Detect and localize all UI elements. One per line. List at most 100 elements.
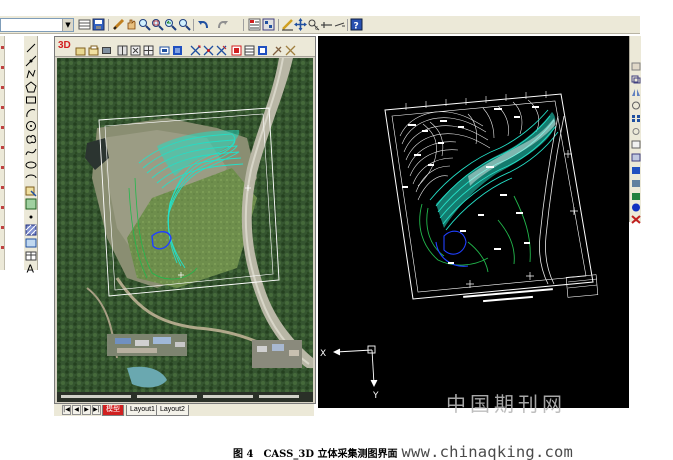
caption-title: 图 4 CASS_3D 立体采集测图界面	[233, 449, 398, 460]
pan-icon[interactable]	[125, 18, 138, 31]
trim-icon[interactable]	[631, 160, 641, 174]
table-icon[interactable]	[25, 247, 37, 261]
hatch-icon[interactable]	[25, 221, 37, 236]
zoom-realtime-icon[interactable]	[138, 18, 151, 31]
toolbar-separator	[278, 19, 279, 31]
rotate-view-icon[interactable]	[216, 41, 227, 56]
undo-icon[interactable]	[197, 18, 210, 31]
cad-drawing-area[interactable]: X Y	[318, 36, 629, 408]
ellipse-icon[interactable]	[25, 156, 37, 169]
watermark: 中国期刊网	[446, 392, 566, 416]
toolbar-separator	[193, 19, 194, 31]
rectangle-icon[interactable]	[25, 91, 37, 104]
text-icon[interactable]: A	[25, 259, 37, 276]
toolbar-separator	[347, 19, 348, 31]
properties-icon[interactable]	[248, 18, 261, 31]
load-image-icon[interactable]	[88, 41, 99, 56]
erase-icon[interactable]	[631, 56, 641, 71]
toolbar-separator	[108, 19, 109, 31]
ucs-y-label: Y	[372, 391, 379, 401]
circle-icon[interactable]	[25, 117, 37, 131]
layout-tabs: |◀ ◀ ▶ ▶| 模型 Layout1 Layout2	[54, 404, 314, 416]
stretch-icon[interactable]	[631, 147, 641, 162]
help-icon[interactable]: ?	[350, 18, 363, 31]
make-block-icon[interactable]	[25, 195, 37, 210]
scale-icon[interactable]	[631, 134, 641, 149]
cursor-icon[interactable]	[190, 41, 201, 56]
svg-text:A: A	[27, 263, 35, 275]
settings-icon[interactable]	[257, 41, 268, 55]
next-tab-icon[interactable]: ▶	[82, 405, 91, 415]
zoom-previous-icon[interactable]	[164, 18, 177, 31]
tab-layout2[interactable]: Layout2	[156, 405, 189, 416]
dimension-icon[interactable]	[333, 18, 346, 31]
extra-tools-icon[interactable]	[285, 41, 296, 56]
tools-icon[interactable]	[272, 41, 283, 56]
polyline-icon[interactable]	[25, 65, 37, 79]
grid-view-icon[interactable]	[143, 41, 154, 56]
snap-icon[interactable]: c	[307, 18, 320, 31]
svg-text:c: c	[315, 25, 318, 31]
line-icon[interactable]	[25, 39, 37, 53]
zoom-window-icon[interactable]	[151, 18, 164, 31]
break-icon[interactable]	[631, 186, 641, 200]
extend-icon[interactable]	[631, 173, 641, 187]
chamfer-icon[interactable]	[631, 197, 641, 212]
offset-icon[interactable]	[631, 95, 641, 110]
copy-icon[interactable]	[631, 69, 641, 84]
point-icon[interactable]	[25, 208, 37, 220]
viewport-toolbar: 3D	[55, 37, 315, 57]
tab-layout1[interactable]: Layout1	[126, 405, 159, 416]
first-tab-icon[interactable]: |◀	[62, 405, 71, 415]
move-icon[interactable]	[294, 18, 307, 31]
save-icon[interactable]	[92, 18, 105, 31]
layers-icon[interactable]	[159, 41, 170, 55]
left-edge-strip	[0, 36, 5, 270]
spline-icon[interactable]	[25, 143, 37, 156]
polygon-icon[interactable]	[25, 78, 37, 93]
plus-minus-icon[interactable]	[320, 18, 333, 31]
construction-line-icon[interactable]	[25, 52, 37, 67]
swap-icon[interactable]	[172, 41, 183, 55]
svg-text:?: ?	[354, 22, 359, 32]
rotate-icon[interactable]	[631, 121, 641, 135]
toolbar-separator	[243, 19, 244, 31]
arc-icon[interactable]	[25, 104, 37, 118]
measure-icon[interactable]	[203, 41, 214, 56]
mirror-icon[interactable]	[631, 82, 641, 96]
ucs-x-label: X	[320, 349, 326, 359]
caption-url: www.chinaqking.com	[401, 443, 574, 460]
draw-toolbar: A	[24, 36, 38, 276]
orthophoto-image[interactable]	[57, 58, 313, 402]
ellipse-arc-icon[interactable]	[25, 169, 37, 181]
array-icon[interactable]	[631, 108, 641, 122]
layer-combo[interactable]: ▼	[0, 18, 74, 32]
open-model-icon[interactable]	[75, 41, 86, 56]
cass-3d-screen: ▼ c ? A 3D X Y 中国期刊网 |◀ ◀ ▶ ▶| 模型 Layout…	[0, 0, 673, 460]
redo-icon[interactable]	[216, 18, 229, 31]
draw-line-icon[interactable]	[281, 18, 294, 31]
tab-model[interactable]: 模型	[102, 405, 124, 416]
insert-block-icon[interactable]	[25, 182, 37, 197]
ortho-photo-viewport[interactable]: 3D	[54, 36, 316, 404]
region-icon[interactable]	[25, 234, 37, 248]
zoom-extents-icon[interactable]	[178, 18, 191, 31]
photo-icon[interactable]	[101, 41, 112, 54]
color-icon[interactable]	[231, 41, 242, 56]
last-tab-icon[interactable]: ▶|	[92, 405, 101, 415]
pencil-icon[interactable]	[112, 18, 125, 31]
layer-props-icon[interactable]	[78, 18, 91, 31]
chevron-down-icon[interactable]: ▼	[62, 19, 73, 31]
fit-icon[interactable]	[130, 41, 141, 56]
prev-tab-icon[interactable]: ◀	[72, 405, 81, 415]
stereo-icon[interactable]	[117, 41, 128, 56]
top-toolbar: ▼ c ?	[0, 16, 640, 34]
explode-icon[interactable]	[631, 209, 641, 224]
topographic-drawing[interactable]: X Y	[318, 36, 629, 408]
design-center-icon[interactable]	[262, 18, 275, 31]
figure-caption: 图 4 CASS_3D 立体采集测图界面 www.chinaqking.com	[233, 442, 573, 460]
viewport-3d-label: 3D	[58, 40, 71, 51]
grid-icon[interactable]	[244, 41, 255, 56]
modify-toolbar	[629, 36, 641, 224]
revcloud-icon[interactable]	[25, 130, 37, 144]
